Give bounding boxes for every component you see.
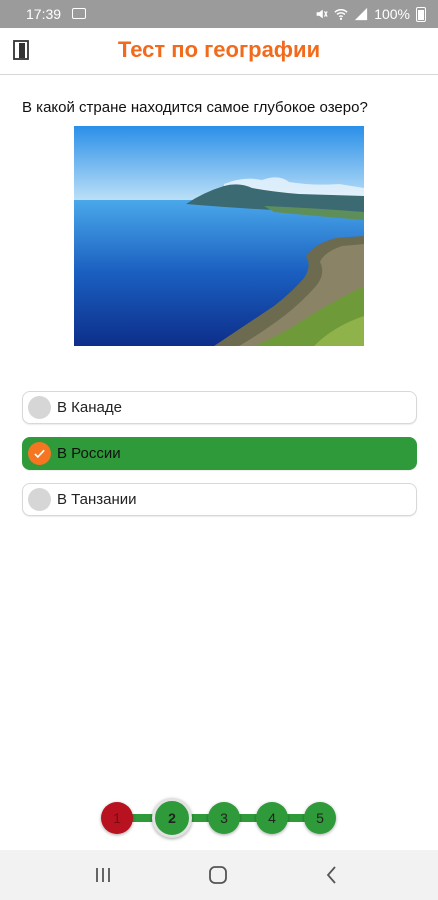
answer-label: В России xyxy=(57,445,121,462)
step-5[interactable]: 5 xyxy=(304,802,336,834)
status-icons: 100% xyxy=(314,6,426,22)
back-icon[interactable] xyxy=(320,863,344,887)
step-4[interactable]: 4 xyxy=(256,802,288,834)
step-2[interactable]: 2 xyxy=(152,798,192,838)
answer-option[interactable]: В Танзании xyxy=(22,483,417,516)
step-3[interactable]: 3 xyxy=(208,802,240,834)
lake-photo xyxy=(74,126,364,346)
answer-option-selected[interactable]: В России xyxy=(22,437,417,470)
battery-icon xyxy=(416,6,426,22)
signal-icon xyxy=(355,7,368,21)
status-time: 17:39 xyxy=(26,6,62,22)
radio-button[interactable] xyxy=(28,396,51,419)
step-1[interactable]: 1 xyxy=(101,802,133,834)
status-bar: 17:39 100% xyxy=(0,0,438,28)
recent-apps-icon[interactable] xyxy=(91,863,115,887)
question-image xyxy=(74,126,364,346)
radio-button[interactable] xyxy=(28,488,51,511)
answer-option[interactable]: В Канаде xyxy=(22,391,417,424)
mute-icon xyxy=(316,9,328,19)
radio-button-checked[interactable] xyxy=(28,442,51,465)
image-icon xyxy=(72,8,86,19)
checkmark-icon xyxy=(34,449,45,459)
page-title: Тест по географии xyxy=(117,37,321,62)
question-text: В какой стране находится самое глубокое … xyxy=(22,99,368,116)
question-progress: 1 2 3 4 5 xyxy=(101,798,341,838)
wifi-icon xyxy=(334,9,348,20)
home-icon[interactable] xyxy=(206,863,230,887)
answer-label: В Танзании xyxy=(57,491,137,508)
system-nav-bar xyxy=(0,850,438,900)
battery-percent: 100% xyxy=(374,6,410,22)
answer-list: В Канаде В России В Танзании xyxy=(22,391,417,529)
app-bar: Тест по географии xyxy=(0,28,438,75)
answer-label: В Канаде xyxy=(57,399,122,416)
